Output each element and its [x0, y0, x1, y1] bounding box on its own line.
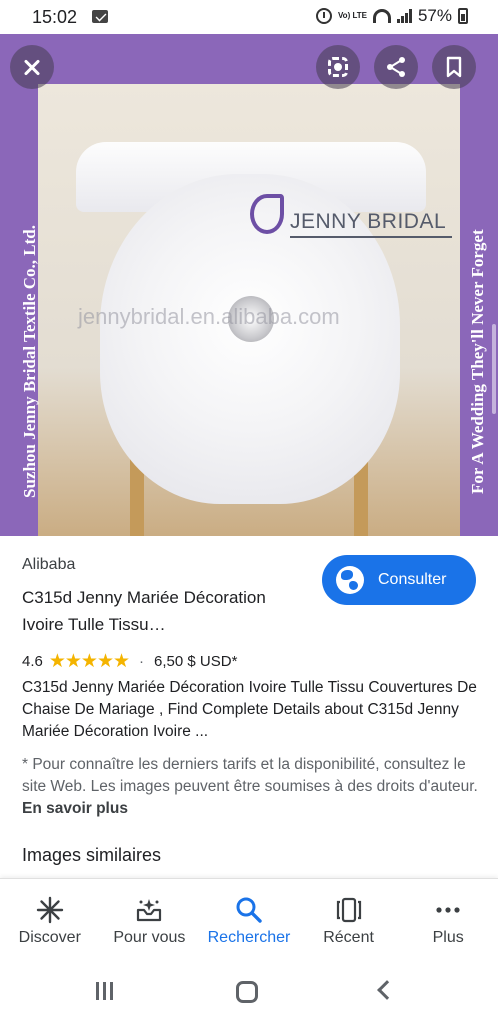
- recent-apps-button[interactable]: [96, 982, 113, 1000]
- battery-percent: 57%: [417, 6, 452, 25]
- search-icon: [235, 895, 263, 925]
- scrollbar[interactable]: [492, 324, 496, 414]
- nav-label: Récent: [323, 929, 374, 946]
- similar-images-heading: Images similaires: [22, 845, 162, 865]
- product-photo: JENNY BRIDAL jennybridal.en.alibaba.com: [38, 84, 460, 536]
- share-button[interactable]: [374, 45, 418, 89]
- result-title[interactable]: C315d Jenny Mariée Décoration Ivoire Tul…: [22, 584, 312, 638]
- recent-cards-icon: [334, 895, 364, 925]
- lens-dot: [334, 63, 342, 71]
- status-indicators: Vo) LTE 57%: [315, 6, 468, 26]
- nav-label: Rechercher: [207, 929, 291, 946]
- nav-plus[interactable]: Plus: [398, 879, 498, 958]
- nav-pour-vous[interactable]: Pour vous: [100, 879, 200, 958]
- right-banner-wrapper: For A Wedding They'll Never Forget: [468, 114, 488, 494]
- right-banner-text: For A Wedding They'll Never Forget: [468, 229, 487, 494]
- back-button[interactable]: [377, 980, 397, 1000]
- rating-value: 4.6: [22, 653, 43, 670]
- consult-label: Consulter: [378, 571, 447, 588]
- result-description: C315d Jenny Mariée Décoration Ivoire Tul…: [22, 679, 477, 740]
- nav-label: Discover: [18, 929, 81, 946]
- source-name[interactable]: Alibaba: [22, 556, 75, 574]
- separator-dot: ·: [139, 653, 145, 670]
- system-navigation: [0, 958, 498, 1024]
- image-viewer[interactable]: JENNY BRIDAL jennybridal.en.alibaba.com …: [0, 34, 498, 536]
- copyright-notice: * Pour connaître les derniers tarifs et …: [22, 754, 482, 820]
- rating-row: 4.6 ★★★★★ · 6,50 $ USD*: [22, 650, 237, 673]
- more-dots-icon: [434, 895, 462, 925]
- close-button[interactable]: [10, 45, 54, 89]
- consult-button[interactable]: Consulter: [322, 555, 476, 605]
- signal-icon: [396, 9, 412, 23]
- battery-icon: [458, 8, 468, 24]
- nav-label: Pour vous: [113, 929, 186, 946]
- brand-logo-icon: [250, 194, 284, 234]
- share-icon: [387, 57, 405, 77]
- watermark: jennybridal.en.alibaba.com: [78, 304, 340, 329]
- notice-text: * Pour connaître les derniers tarifs et …: [22, 756, 478, 795]
- globe-icon: [336, 566, 364, 594]
- discover-asterisk-icon: [36, 895, 64, 925]
- star-rating-icon: ★★★★★: [48, 651, 130, 672]
- status-bar: 15:02 Vo) LTE 57%: [0, 0, 498, 34]
- bookmark-icon: [446, 56, 462, 78]
- brand-text: JENNY BRIDAL: [290, 210, 453, 238]
- learn-more-link[interactable]: En savoir plus: [22, 800, 128, 817]
- lens-button[interactable]: [316, 45, 360, 89]
- nav-label: Plus: [432, 929, 464, 946]
- wifi-icon: [372, 9, 391, 23]
- alarm-icon: [315, 8, 332, 24]
- save-button[interactable]: [432, 45, 476, 89]
- price: 6,50 $ USD*: [154, 653, 238, 670]
- home-button[interactable]: [236, 981, 258, 1003]
- bottom-navigation: Discover Pour vous Rechercher Récent Plu…: [0, 878, 498, 958]
- nav-rechercher[interactable]: Rechercher: [199, 879, 299, 958]
- status-time: 15:02: [32, 7, 78, 27]
- left-banner-text: Suzhou Jenny Bridal Textile Co., Ltd.: [20, 224, 39, 498]
- nav-recent[interactable]: Récent: [299, 879, 399, 958]
- mail-icon: [92, 10, 108, 23]
- volte-indicator: Vo) LTE: [337, 11, 367, 20]
- nav-discover[interactable]: Discover: [0, 879, 100, 958]
- inbox-sparkle-icon: [134, 895, 164, 925]
